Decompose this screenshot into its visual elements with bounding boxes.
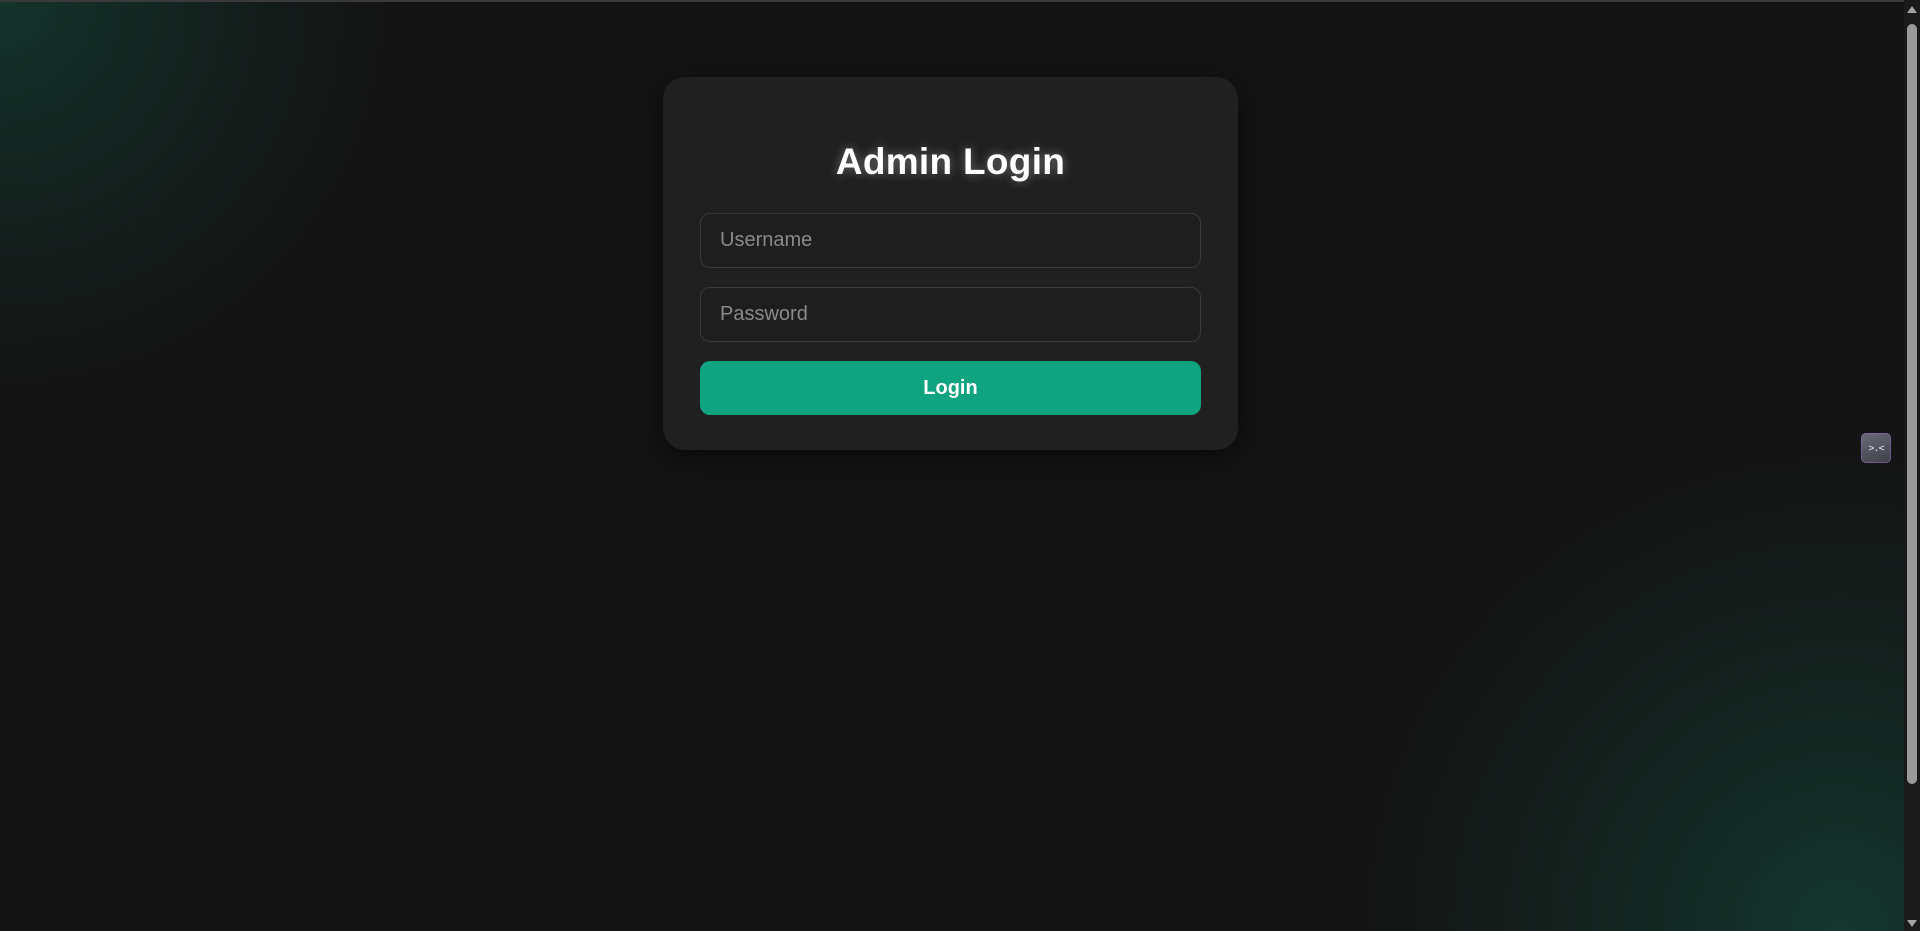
scroll-up-arrow-icon[interactable] [1907,6,1917,13]
vertical-scrollbar[interactable] [1904,0,1920,931]
login-button[interactable]: Login [700,361,1201,415]
password-input[interactable] [700,287,1201,342]
face-glyph-icon: >.< [1868,442,1884,454]
extension-widget-button[interactable]: >.< [1861,433,1891,463]
page-title: Admin Login [835,141,1066,182]
window-top-border [0,0,1920,2]
scrollbar-thumb[interactable] [1907,24,1917,784]
username-input[interactable] [700,213,1201,268]
login-card: Admin Login Login [663,77,1238,450]
scroll-down-arrow-icon[interactable] [1907,920,1917,927]
